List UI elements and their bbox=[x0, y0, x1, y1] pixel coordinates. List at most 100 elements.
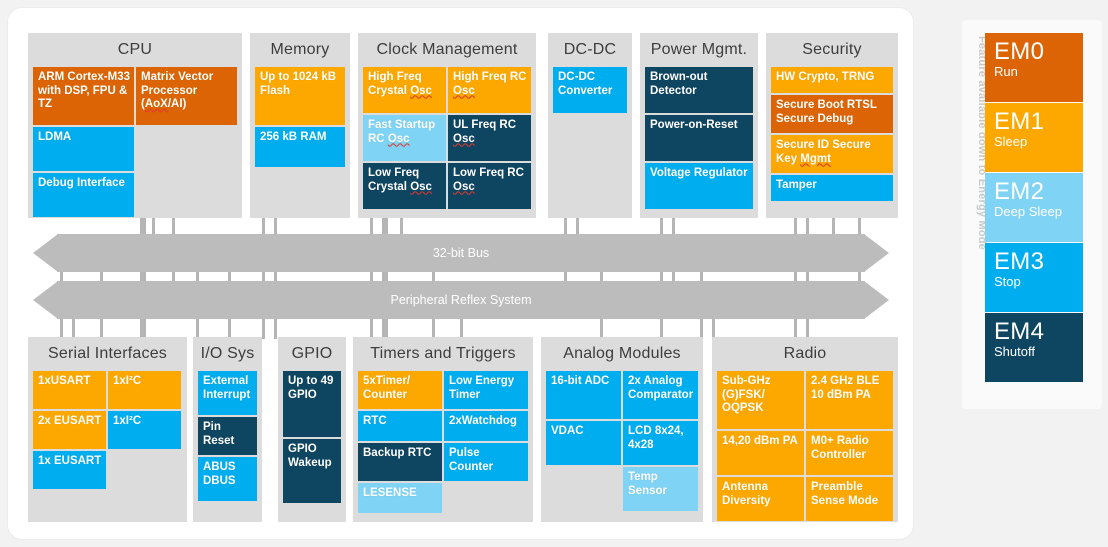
feature-block[interactable]: 16-bit ADC bbox=[546, 371, 621, 419]
bus-label: Peripheral Reflex System bbox=[390, 293, 532, 307]
feature-block[interactable]: Fast Startup RC Osc bbox=[363, 115, 446, 161]
feature-block[interactable]: High Freq RC Osc bbox=[448, 67, 531, 113]
bus-connector bbox=[600, 319, 603, 339]
feature-block-label: Up to 49 GPIO bbox=[288, 375, 334, 401]
feature-block[interactable]: Preamble Sense Mode bbox=[806, 477, 893, 521]
bus-connector bbox=[262, 319, 265, 339]
feature-block[interactable]: ABUS DBUS bbox=[198, 457, 257, 501]
feature-block[interactable]: Low Freq Crystal Osc bbox=[363, 163, 446, 209]
feature-block[interactable]: VDAC bbox=[546, 421, 621, 465]
feature-block[interactable]: High Freq Crystal Osc bbox=[363, 67, 446, 113]
feature-block[interactable]: Voltage Regulator bbox=[645, 163, 753, 209]
feature-block-label: Brown-out Detector bbox=[650, 71, 708, 97]
feature-block-label: VDAC bbox=[551, 425, 584, 437]
feature-block-label: 2x EUSART bbox=[38, 415, 102, 427]
feature-block[interactable]: Secure ID Secure Key Mgmt bbox=[771, 135, 893, 173]
feature-block[interactable]: Secure Boot RTSL Secure Debug bbox=[771, 95, 893, 133]
feature-block[interactable]: 2.4 GHz BLE 10 dBm PA bbox=[806, 371, 893, 429]
feature-block[interactable]: 256 kB RAM bbox=[255, 127, 345, 167]
feature-block[interactable]: Power-on-Reset bbox=[645, 115, 753, 161]
feature-block[interactable]: DC-DC Converter bbox=[553, 67, 627, 113]
bus-body: 32-bit Bus bbox=[57, 234, 865, 272]
energy-mode-id: EM1 bbox=[994, 108, 1045, 135]
feature-block[interactable]: 14,20 dBm PA bbox=[717, 431, 804, 475]
spellcheck-underline: Mgmt bbox=[800, 152, 831, 165]
spellcheck-underline: Osc bbox=[410, 84, 432, 97]
feature-block[interactable]: LDMA bbox=[33, 127, 134, 171]
energy-mode-id: EM0 bbox=[994, 38, 1045, 65]
bus-connector bbox=[274, 319, 277, 339]
block-placeholder bbox=[136, 127, 237, 171]
feature-block[interactable]: Tamper bbox=[771, 175, 893, 201]
feature-block[interactable]: 2x EUSART bbox=[33, 411, 106, 449]
bus-arrow-right bbox=[864, 234, 889, 272]
section-block-grid: Sub-GHz (G)FSK/ OQPSK 2.4 GHz BLE 10 dBm … bbox=[717, 371, 893, 521]
section-block-grid: External Interrupt Pin Reset ABUS DBUS bbox=[198, 371, 257, 517]
feature-block-label: ARM Cortex-M33 with DSP, FPU & TZ bbox=[38, 71, 131, 110]
feature-block-label: High Freq RC Osc bbox=[453, 71, 527, 97]
spellcheck-underline: Osc bbox=[453, 84, 475, 97]
feature-block[interactable]: Low Freq RC Osc bbox=[448, 163, 531, 209]
feature-block[interactable]: Backup RTC bbox=[358, 443, 442, 481]
feature-block-label: Tamper bbox=[776, 179, 817, 191]
feature-block[interactable]: Low Energy Timer bbox=[444, 371, 528, 409]
feature-block[interactable]: Pin Reset bbox=[198, 417, 257, 455]
feature-block-label: High Freq Crystal Osc bbox=[368, 71, 432, 97]
bus-prs: Peripheral Reflex System bbox=[33, 281, 889, 319]
block-placeholder bbox=[136, 173, 237, 217]
section-block-grid: DC-DC Converter bbox=[553, 67, 627, 213]
feature-block[interactable]: UL Freq RC Osc bbox=[448, 115, 531, 161]
energy-mode-em1[interactable]: EM1 Sleep bbox=[985, 103, 1083, 172]
feature-block[interactable]: 1xI²C bbox=[108, 371, 181, 409]
feature-block-label: Power-on-Reset bbox=[650, 119, 738, 131]
energy-mode-em3[interactable]: EM3 Stop bbox=[985, 243, 1083, 312]
spellcheck-underline: Osc bbox=[410, 180, 432, 193]
section-timers-and-triggers: Timers and Triggers 5xTimer/ Counter Low E… bbox=[353, 337, 533, 522]
feature-block[interactable]: Brown-out Detector bbox=[645, 67, 753, 113]
feature-block[interactable]: ARM Cortex-M33 with DSP, FPU & TZ bbox=[33, 67, 134, 125]
feature-block-label: Pin Reset bbox=[203, 421, 235, 447]
feature-block[interactable]: RTC bbox=[358, 411, 442, 441]
bus-connector bbox=[460, 319, 463, 339]
energy-mode-em2[interactable]: EM2 Deep Sleep bbox=[985, 173, 1083, 242]
feature-block[interactable]: Antenna Diversity bbox=[717, 477, 804, 521]
feature-block[interactable]: HW Crypto, TRNG bbox=[771, 67, 893, 93]
bus-connector bbox=[806, 319, 809, 339]
feature-block[interactable]: GPIO Wakeup bbox=[283, 439, 341, 503]
feature-block[interactable]: 1x EUSART bbox=[33, 451, 106, 489]
feature-block[interactable]: External Interrupt bbox=[198, 371, 257, 415]
bus-connector bbox=[432, 319, 435, 339]
feature-block[interactable]: Matrix Vector Processor (AoX/AI) bbox=[136, 67, 237, 125]
feature-block[interactable]: M0+ Radio Controller bbox=[806, 431, 893, 475]
feature-block[interactable]: 2xWatchdog bbox=[444, 411, 528, 441]
energy-mode-em4[interactable]: EM4 Shutoff bbox=[985, 313, 1083, 382]
feature-block[interactable]: Pulse Counter bbox=[444, 443, 528, 481]
feature-block-label: Voltage Regulator bbox=[650, 167, 748, 179]
feature-block-label: DC-DC Converter bbox=[558, 71, 613, 97]
feature-block[interactable]: Sub-GHz (G)FSK/ OQPSK bbox=[717, 371, 804, 429]
feature-block[interactable]: 1xUSART bbox=[33, 371, 106, 409]
energy-mode-em0[interactable]: EM0 Run bbox=[985, 33, 1083, 102]
feature-block[interactable]: Up to 49 GPIO bbox=[283, 371, 341, 437]
feature-block[interactable]: Up to 1024 kB Flash bbox=[255, 67, 345, 125]
bus-label: 32-bit Bus bbox=[432, 246, 490, 260]
feature-block[interactable]: LCD 8x24, 4x28 bbox=[623, 421, 698, 465]
feature-block-label: 5xTimer/ Counter bbox=[363, 375, 411, 401]
block-diagram-canvas: CPU ARM Cortex-M33 with DSP, FPU & TZ Matr… bbox=[0, 0, 1108, 547]
feature-block[interactable]: 1xI²C bbox=[108, 411, 181, 449]
feature-block[interactable]: Temp Sensor bbox=[623, 467, 698, 511]
bus-connector bbox=[72, 319, 75, 339]
section-title: Radio bbox=[783, 345, 827, 362]
feature-block-label: LESENSE bbox=[363, 487, 417, 499]
feature-block[interactable]: LESENSE bbox=[358, 483, 442, 513]
feature-block[interactable]: Debug Interface bbox=[33, 173, 134, 217]
feature-block[interactable]: 2x Analog Comparator bbox=[623, 371, 698, 419]
spellcheck-underline: Osc bbox=[453, 180, 475, 193]
feature-block[interactable]: 5xTimer/ Counter bbox=[358, 371, 442, 409]
section-memory: Memory Up to 1024 kB Flash 256 kB RAM bbox=[250, 33, 350, 218]
section-analog-modules: Analog Modules 16-bit ADC 2x Analog Compar… bbox=[541, 337, 703, 522]
energy-mode-name: Deep Sleep bbox=[994, 204, 1062, 219]
section-block-grid: 1xUSART 1xI²C 2x EUSART 1xI²C 1x EUSART bbox=[33, 371, 182, 517]
section-radio: Radio Sub-GHz (G)FSK/ OQPSK 2.4 GHz BLE 10… bbox=[712, 337, 898, 522]
feature-block-label: M0+ Radio Controller bbox=[811, 435, 869, 461]
